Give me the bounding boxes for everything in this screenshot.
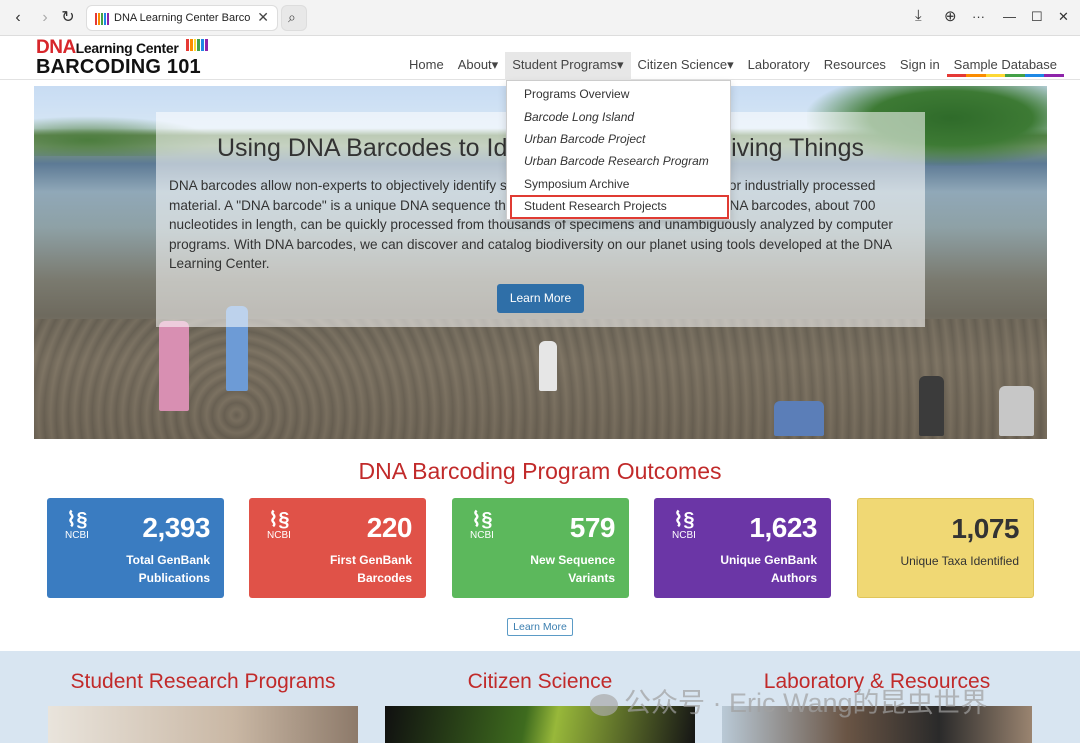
- outcomes-learn-more-button[interactable]: Learn More: [507, 618, 573, 636]
- stat-card: ⌇§ NCBI 2,393 Total GenBank Publications: [47, 498, 224, 598]
- window-close-icon[interactable]: ✕: [1058, 9, 1069, 25]
- ncbi-label: NCBI: [267, 530, 291, 541]
- logo-dna: DNA: [36, 37, 76, 58]
- highlight-box: [510, 195, 729, 219]
- stat-number: 220: [366, 512, 413, 543]
- stat-caption: Unique Taxa Identified: [900, 554, 1019, 568]
- ncbi-icon: ⌇§ NCBI: [667, 510, 701, 541]
- web-page: DNALearning Center BARCODING 101 Home Ab…: [0, 36, 1080, 743]
- search-tab-button[interactable]: ⌕: [281, 5, 307, 31]
- dna-helix-icon: ⌇§: [673, 509, 695, 531]
- ncbi-icon: ⌇§ NCBI: [465, 510, 499, 541]
- dropdown-item-barcode-long-island[interactable]: Barcode Long Island: [507, 106, 730, 128]
- hero-photo-person: [999, 386, 1034, 436]
- student-programs-dropdown: Programs Overview Barcode Long Island Ur…: [506, 80, 731, 220]
- dna-helix-icon: ⌇§: [471, 509, 493, 531]
- forward-icon[interactable]: ›: [35, 8, 55, 28]
- watermark-text: 公众号 · Eric Wang的昆虫世界: [624, 688, 988, 718]
- dropdown-item-programs-overview[interactable]: Programs Overview: [507, 83, 730, 105]
- more-icon[interactable]: ···: [972, 9, 985, 24]
- dna-helix-icon: ⌇§: [66, 509, 88, 531]
- logo-barcoding: BARCODING 101: [36, 56, 201, 78]
- hero-photo-person: [919, 376, 944, 436]
- watermark: 公众号 · Eric Wang的昆虫世界: [590, 681, 988, 720]
- stat-caption: First GenBank Barcodes: [329, 553, 412, 585]
- dna-helix-icon: ⌇§: [268, 509, 290, 531]
- stat-number: 1,075: [951, 513, 1019, 544]
- favicon-icon: [95, 13, 109, 25]
- wechat-icon: [590, 693, 618, 716]
- ncbi-label: NCBI: [470, 530, 494, 541]
- main-nav: Home About▾ Student Programs▾ Citizen Sc…: [402, 52, 1065, 80]
- nav-sample-database-label: Sample Database: [953, 57, 1058, 72]
- back-icon[interactable]: ‹: [8, 8, 28, 28]
- stat-caption: Total GenBank Publications: [126, 553, 210, 585]
- reload-icon[interactable]: ↻: [58, 8, 78, 28]
- stat-card: ⌇§ NCBI 579 New Sequence Variants: [452, 498, 629, 598]
- hero-photo-person: [159, 321, 189, 411]
- stat-card: ⌇§ NCBI 220 First GenBank Barcodes: [249, 498, 426, 598]
- dropdown-item-urban-barcode-research-program[interactable]: Urban Barcode Research Program: [507, 150, 730, 172]
- download-icon[interactable]: ⤓: [915, 7, 922, 24]
- stat-card: 1,075 Unique Taxa Identified: [857, 498, 1034, 598]
- stat-caption: Unique GenBank Authors: [720, 553, 817, 585]
- globe-icon[interactable]: ⊕: [944, 7, 957, 25]
- stat-number: 579: [569, 512, 616, 543]
- stat-number: 1,623: [749, 512, 817, 543]
- nav-sign-in[interactable]: Sign in: [893, 52, 947, 80]
- rainbow-bar-icon: [946, 74, 1065, 77]
- hero-learn-more-button[interactable]: Learn More: [497, 284, 584, 313]
- ncbi-label: NCBI: [65, 530, 89, 541]
- nav-home[interactable]: Home: [402, 52, 451, 80]
- dropdown-item-urban-barcode-project[interactable]: Urban Barcode Project: [507, 128, 730, 150]
- search-icon: ⌕: [288, 9, 296, 25]
- outcomes-title: DNA Barcoding Program Outcomes: [358, 458, 722, 484]
- section-title-student-research[interactable]: Student Research Programs: [48, 670, 358, 694]
- tab-close-icon[interactable]: ✕: [257, 9, 269, 26]
- tab-title: DNA Learning Center Barco: [114, 12, 251, 24]
- browser-toolbar: ‹ › ↻ DNA Learning Center Barco ✕ ⌕ ⤓ ⊕ …: [0, 0, 1080, 36]
- hero-photo-person: [539, 341, 557, 391]
- minimize-icon[interactable]: —: [1003, 9, 1016, 24]
- ncbi-label: NCBI: [672, 530, 696, 541]
- logo-bars-icon: [186, 39, 208, 51]
- nav-laboratory[interactable]: Laboratory: [741, 52, 817, 80]
- maximize-icon[interactable]: ☐: [1031, 9, 1043, 25]
- nav-resources[interactable]: Resources: [817, 52, 893, 80]
- ncbi-icon: ⌇§ NCBI: [262, 510, 296, 541]
- stat-card: ⌇§ NCBI 1,623 Unique GenBank Authors: [654, 498, 831, 598]
- nav-sample-database[interactable]: Sample Database: [946, 52, 1065, 80]
- logo-learning-center: Learning Center: [75, 40, 179, 56]
- nav-about[interactable]: About▾: [451, 52, 506, 80]
- hero-photo-person: [774, 401, 824, 436]
- stat-caption: New Sequence Variants: [530, 553, 615, 585]
- student-research-image[interactable]: [48, 706, 358, 743]
- stat-number: 2,393: [142, 512, 210, 543]
- browser-tab[interactable]: DNA Learning Center Barco ✕: [86, 5, 278, 31]
- dropdown-item-symposium-archive[interactable]: Symposium Archive: [507, 173, 730, 195]
- nav-student-programs[interactable]: Student Programs▾: [505, 52, 631, 80]
- nav-citizen-science[interactable]: Citizen Science▾: [631, 52, 741, 80]
- ncbi-icon: ⌇§ NCBI: [60, 510, 94, 541]
- site-header: DNALearning Center BARCODING 101 Home Ab…: [0, 36, 1080, 80]
